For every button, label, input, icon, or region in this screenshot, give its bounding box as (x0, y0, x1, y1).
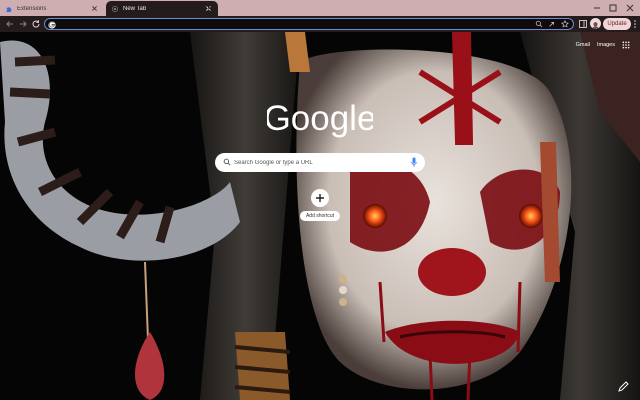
minimize-icon[interactable] (592, 3, 602, 13)
sidebar-icon[interactable] (578, 19, 588, 29)
address-input[interactable] (59, 19, 529, 29)
star-icon[interactable] (561, 20, 569, 28)
search-input[interactable] (234, 156, 404, 169)
close-icon[interactable] (91, 5, 98, 12)
google-logo: Google (267, 100, 373, 138)
avatar[interactable] (590, 18, 601, 29)
top-links: Gmail Images (576, 41, 630, 49)
plus-icon (316, 194, 324, 202)
update-button[interactable]: Update (603, 18, 631, 30)
puzzle-icon (6, 6, 12, 12)
tab-label: New Tab (123, 5, 147, 12)
new-tab-page: Gmail Images Google Search Google or typ… (0, 32, 640, 400)
svg-text:Google: Google (267, 100, 373, 138)
tab-new-tab[interactable]: New Tab (106, 1, 218, 16)
zoom-icon[interactable] (535, 20, 543, 28)
google-g-icon (48, 20, 56, 29)
maximize-icon[interactable] (608, 3, 618, 13)
share-icon[interactable] (548, 20, 556, 28)
add-shortcut-label: Add shortcut (300, 211, 340, 221)
avatar-icon (591, 22, 600, 29)
search-icon (223, 158, 231, 166)
address-bar[interactable] (44, 18, 574, 30)
new-tab-plus-icon[interactable] (207, 3, 217, 13)
gmail-link[interactable]: Gmail (576, 42, 590, 48)
toolbar: Update (0, 16, 640, 32)
tab-strip: Extensions New Tab (0, 0, 640, 16)
window-close-icon[interactable] (625, 3, 635, 13)
images-link[interactable]: Images (597, 42, 615, 48)
add-shortcut-tile[interactable]: Add shortcut (300, 188, 340, 228)
tab-label: Extensions (17, 5, 47, 12)
forward-arrow-icon[interactable] (18, 19, 28, 29)
search-box[interactable] (215, 153, 425, 172)
browser-window: Extensions New Tab Update Gmail Images G… (0, 0, 640, 400)
microphone-icon[interactable] (411, 157, 417, 168)
reload-icon[interactable] (31, 19, 41, 29)
google-apps-grid-icon[interactable] (622, 41, 630, 49)
chrome-icon (112, 5, 118, 12)
customize-pencil-icon[interactable] (616, 378, 632, 394)
kebab-menu-icon[interactable] (632, 19, 638, 29)
back-arrow-icon[interactable] (5, 19, 15, 29)
add-shortcut-circle[interactable] (311, 189, 329, 207)
tab-extensions[interactable]: Extensions (0, 1, 104, 16)
